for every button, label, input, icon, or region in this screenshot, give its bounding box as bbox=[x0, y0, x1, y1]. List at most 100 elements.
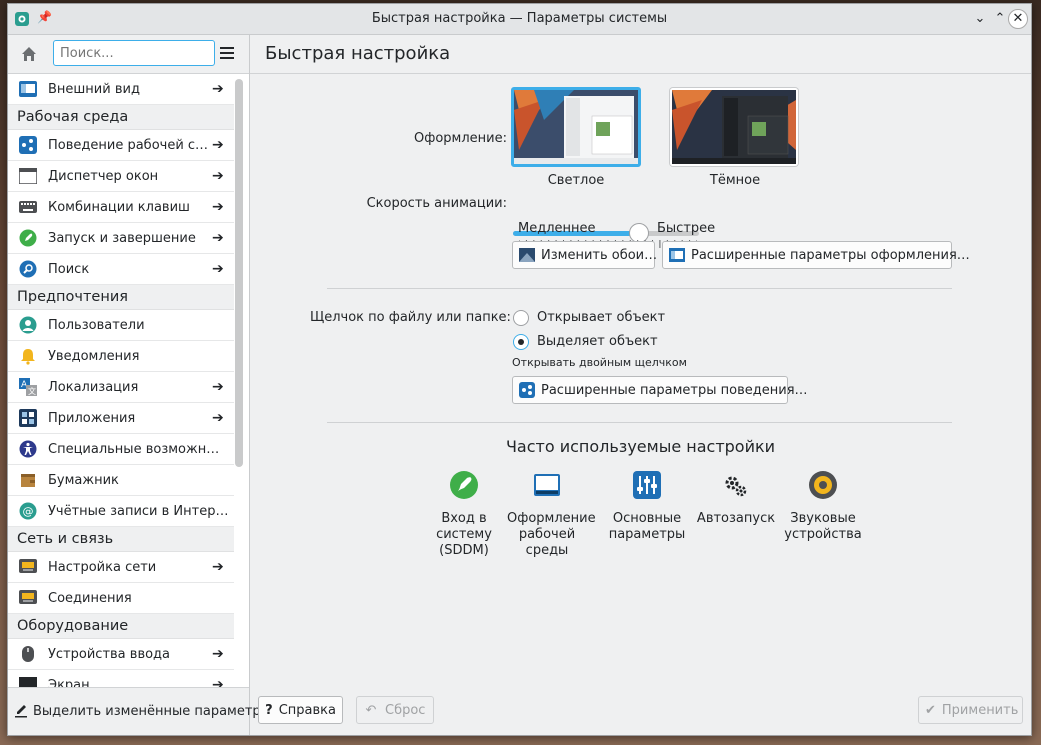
change-wallpaper-label: Изменить обои… bbox=[541, 247, 658, 263]
sidebar-category: Оборудование bbox=[8, 614, 234, 639]
sidebar-item[interactable]: Бумажник bbox=[8, 465, 234, 496]
sidebar-item[interactable]: Приложения ➔ bbox=[8, 403, 234, 434]
network-icon bbox=[18, 557, 38, 577]
sidebar-item[interactable]: @ Учётные записи в Интер… bbox=[8, 496, 234, 527]
home-icon[interactable] bbox=[21, 46, 37, 62]
sidebar-category: Сеть и связь bbox=[8, 527, 234, 552]
sidebar-item[interactable]: Соединения bbox=[8, 583, 234, 614]
sidebar-item[interactable]: Устройства ввода ➔ bbox=[8, 639, 234, 670]
help-label: Справка bbox=[278, 702, 336, 718]
theme-dark-preview[interactable] bbox=[670, 88, 798, 166]
animation-faster-label: Быстрее bbox=[657, 221, 716, 236]
sidebar-item[interactable]: A 文 Локализация ➔ bbox=[8, 372, 234, 403]
audio-icon bbox=[809, 471, 837, 499]
sidebar-item[interactable]: Внешний вид ➔ bbox=[8, 74, 234, 105]
svg-text:@: @ bbox=[23, 505, 34, 518]
advanced-behavior-button[interactable]: Расширенные параметры поведения… bbox=[512, 376, 808, 404]
wallet-icon bbox=[18, 470, 38, 490]
sidebar-item-label: Поведение рабочей с… bbox=[48, 137, 209, 153]
sidebar-item-label: Уведомления bbox=[48, 348, 140, 364]
frequent-settings-title: Часто используемые настройки bbox=[505, 437, 776, 456]
check-icon: ✔ bbox=[925, 702, 936, 718]
sidebar-item[interactable]: Комбинации клавиш ➔ bbox=[8, 192, 234, 223]
change-wallpaper-button[interactable]: Изменить обои… bbox=[512, 241, 658, 269]
appearance-settings-icon bbox=[669, 247, 685, 263]
radio-open-label[interactable]: Открывает объект bbox=[537, 310, 665, 325]
frequent-autostart-label: Автозапуск bbox=[696, 511, 776, 526]
workspace-behavior-icon bbox=[18, 135, 38, 155]
desktop-theme-icon bbox=[534, 474, 560, 496]
accessibility-icon bbox=[18, 439, 38, 459]
arrow-right-icon: ➔ bbox=[212, 168, 224, 184]
sidebar-item[interactable]: Поиск ➔ bbox=[8, 254, 234, 285]
close-button[interactable]: ✕ bbox=[1008, 9, 1028, 29]
sidebar-item-label: Соединения bbox=[48, 590, 132, 606]
arrow-right-icon: ➔ bbox=[212, 379, 224, 395]
search-input[interactable] bbox=[53, 40, 215, 66]
radio-select-label[interactable]: Выделяет объект bbox=[537, 334, 658, 349]
svg-text:文: 文 bbox=[28, 386, 36, 396]
light-theme-thumbnail bbox=[514, 90, 638, 164]
reset-button[interactable]: ↶ Сброс bbox=[356, 696, 434, 724]
radio-open[interactable] bbox=[513, 310, 529, 326]
sidebar-item-label: Учётные записи в Интер… bbox=[48, 503, 229, 519]
apply-button[interactable]: ✔ Применить bbox=[918, 696, 1023, 724]
frequent-autostart[interactable]: Автозапуск bbox=[696, 469, 776, 527]
maximize-button[interactable]: ⌃ bbox=[990, 9, 1010, 29]
sidebar-item[interactable]: Запуск и завершение ➔ bbox=[8, 223, 234, 254]
arrow-right-icon: ➔ bbox=[212, 410, 224, 426]
radio-select[interactable] bbox=[513, 334, 529, 350]
sidebar-item-label: Поиск bbox=[48, 261, 90, 277]
animation-speed-label: Скорость анимации: bbox=[366, 196, 507, 211]
theme-label: Оформление: bbox=[414, 131, 507, 146]
online-accounts-icon: @ bbox=[18, 501, 38, 521]
sidebar-scrollbar[interactable] bbox=[235, 79, 243, 467]
arrow-right-icon: ➔ bbox=[212, 230, 224, 246]
sddm-icon bbox=[450, 471, 478, 499]
hamburger-menu-icon[interactable] bbox=[220, 47, 234, 59]
sidebar-item[interactable]: Специальные возможн… bbox=[8, 434, 234, 465]
sidebar-header bbox=[8, 35, 249, 74]
sidebar-item[interactable]: Уведомления bbox=[8, 341, 234, 372]
minimize-button[interactable]: ⌄ bbox=[970, 9, 990, 29]
page-title: Быстрая настройка bbox=[265, 43, 451, 64]
sidebar-item[interactable]: Диспетчер окон ➔ bbox=[8, 161, 234, 192]
sidebar-category: Рабочая среда bbox=[8, 105, 234, 130]
sidebar-item-label: Локализация bbox=[48, 379, 139, 395]
arrow-right-icon: ➔ bbox=[212, 137, 224, 153]
user-icon bbox=[18, 315, 38, 335]
sidebar-item-label: Внешний вид bbox=[48, 81, 140, 97]
sidebar-item[interactable]: Настройка сети ➔ bbox=[8, 552, 234, 583]
search-icon bbox=[18, 259, 38, 279]
frequent-audio[interactable]: Звуковые устройства bbox=[783, 469, 863, 543]
language-icon: A文 bbox=[18, 377, 38, 397]
sidebar-item[interactable]: Поведение рабочей с… ➔ bbox=[8, 130, 234, 161]
frequent-audio-label: Звуковые устройства bbox=[784, 511, 862, 542]
advanced-appearance-button[interactable]: Расширенные параметры оформления… bbox=[662, 241, 970, 269]
sidebar-item-label: Настройка сети bbox=[48, 559, 157, 575]
sidebar: Внешний вид➔Рабочая средаПоведение рабоч… bbox=[8, 35, 271, 735]
applications-icon bbox=[18, 408, 38, 428]
sidebar-list: Внешний вид ➔ Рабочая среда Поведение рабоч… bbox=[8, 74, 234, 701]
frequent-general[interactable]: Основные параметры bbox=[607, 469, 687, 543]
animation-slower-label: Медленнее bbox=[518, 221, 596, 236]
arrow-right-icon: ➔ bbox=[212, 81, 224, 97]
frequent-general-label: Основные параметры bbox=[608, 511, 686, 542]
autostart-icon bbox=[725, 476, 747, 497]
sidebar-item[interactable]: Пользователи bbox=[8, 310, 234, 341]
frequent-sddm[interactable]: Вход в систему (SDDM) bbox=[424, 469, 504, 559]
help-icon: ? bbox=[265, 702, 273, 718]
theme-light-caption: Светлое bbox=[547, 173, 605, 188]
arrow-right-icon: ➔ bbox=[212, 559, 224, 575]
sidebar-item-label: Устройства ввода bbox=[48, 646, 171, 662]
sidebar-item-label: Специальные возможн… bbox=[48, 441, 220, 457]
general-settings-icon bbox=[633, 471, 661, 499]
theme-light-preview[interactable] bbox=[511, 87, 641, 167]
title-bar: 📌 Быстрая настройка — Параметры системы … bbox=[8, 4, 1031, 35]
main-header: Быстрая настройка bbox=[250, 35, 1031, 74]
apply-label: Применить bbox=[941, 702, 1019, 718]
frequent-desktop-theme[interactable]: Оформление рабочей среды bbox=[507, 469, 596, 559]
wallpaper-icon bbox=[519, 247, 535, 263]
help-button[interactable]: ? Справка bbox=[258, 696, 343, 724]
highlight-changed-settings[interactable]: Выделить изменённые параметры bbox=[8, 687, 271, 735]
